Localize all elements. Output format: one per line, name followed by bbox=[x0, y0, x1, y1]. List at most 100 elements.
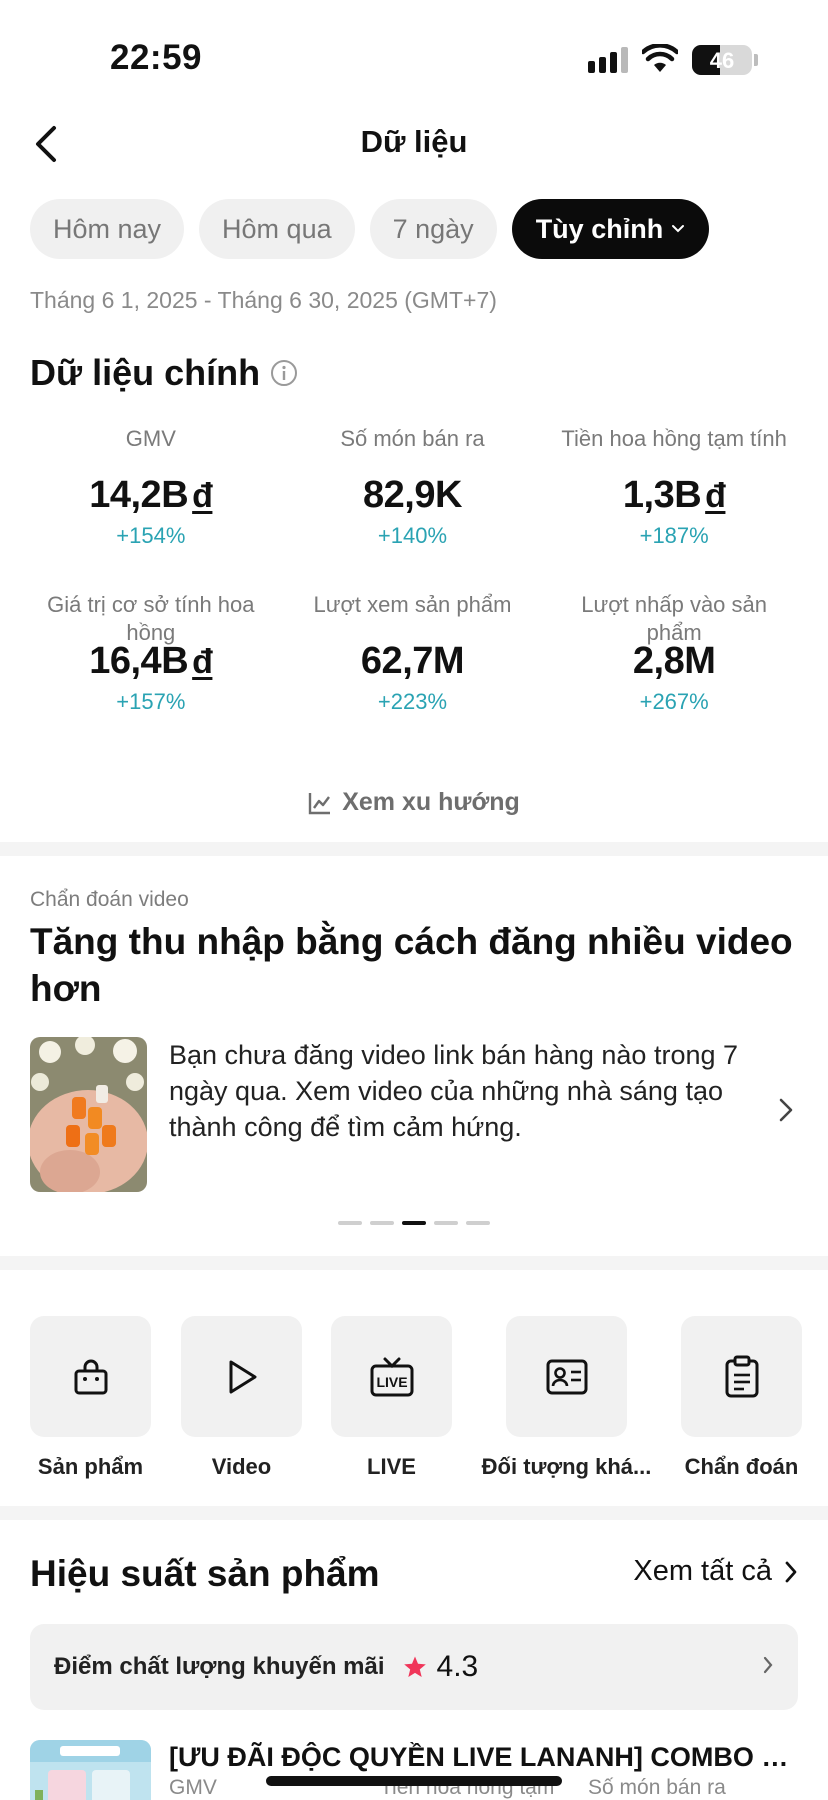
chip-label: Tùy chỉnh bbox=[535, 213, 664, 244]
chip-yesterday[interactable]: Hôm qua bbox=[199, 199, 355, 259]
metric-est-commission[interactable]: Tiền hoa hồng tạm tính 1,3B đ +187% bbox=[543, 425, 805, 591]
svg-text:LIVE: LIVE bbox=[376, 1374, 407, 1390]
carousel-indicator bbox=[338, 1221, 490, 1225]
diagnosis-next-button[interactable] bbox=[778, 1097, 794, 1128]
date-range-text: Tháng 6 1, 2025 - Tháng 6 30, 2025 (GMT+… bbox=[30, 287, 497, 313]
main-data-title-text: Dữ liệu chính bbox=[30, 352, 261, 393]
metric-product-views[interactable]: Lượt xem sản phẩm 62,7M +223% bbox=[282, 591, 544, 757]
carousel-dot bbox=[434, 1221, 458, 1225]
metric-change: +154% bbox=[116, 523, 186, 548]
battery-level: 46 bbox=[709, 48, 735, 73]
shortcut-label: Sản phẩm bbox=[37, 1454, 144, 1479]
section-divider bbox=[0, 1506, 828, 1520]
shortcut-label: Video bbox=[211, 1454, 272, 1479]
metric-change: +140% bbox=[377, 523, 448, 548]
see-all-link[interactable]: Xem tất cả bbox=[633, 1555, 798, 1588]
quality-label: Điểm chất lượng khuyến mãi bbox=[54, 1653, 385, 1680]
shortcut-tile bbox=[681, 1316, 802, 1437]
shortcut-tile bbox=[181, 1316, 302, 1437]
shortcut-diagnosis[interactable]: Chẩn đoán bbox=[681, 1316, 802, 1480]
shopping-bag-icon bbox=[74, 1359, 107, 1394]
metric-value: 14,2B đ bbox=[89, 474, 213, 516]
shortcut-tile bbox=[30, 1316, 151, 1437]
metric-label: Tiền hoa hồng tạm tính bbox=[561, 426, 787, 451]
shortcut-products[interactable]: Sản phẩm bbox=[30, 1316, 151, 1480]
shortcut-label: LIVE bbox=[367, 1454, 416, 1479]
shortcut-video[interactable]: Video bbox=[181, 1316, 302, 1480]
live-tv-icon: LIVE bbox=[370, 1357, 413, 1396]
status-bar: 22:59 46 bbox=[0, 0, 828, 110]
product-col-gmv: GMV bbox=[169, 1776, 217, 1799]
metric-change: +187% bbox=[639, 523, 709, 548]
product-name: [ƯU ĐÃI ĐỘC QUYỀN LIVE LANANH] COMBO 20 … bbox=[169, 1742, 799, 1772]
metric-product-clicks[interactable]: Lượt nhấp vào sản phẩm 2,8M +267% bbox=[543, 591, 805, 757]
wifi-icon bbox=[642, 44, 678, 72]
shortcut-row: Sản phẩm Video LIVE LIVE Đối tượng khá..… bbox=[0, 1316, 828, 1486]
view-trend-link[interactable]: Xem xu hướng bbox=[0, 788, 828, 817]
metric-label: Giá trị cơ sở tính hoa hồng bbox=[47, 592, 255, 645]
chevron-right-icon bbox=[785, 1561, 797, 1582]
performance-title: Hiệu suất sản phẩm bbox=[30, 1553, 380, 1594]
star-icon bbox=[403, 1655, 427, 1679]
metric-change: +267% bbox=[639, 689, 709, 714]
product-row[interactable]: [ƯU ĐÃI ĐỘC QUYỀN LIVE LANANH] COMBO 20 … bbox=[30, 1740, 810, 1800]
section-divider bbox=[0, 842, 828, 856]
metric-value: 82,9K bbox=[363, 474, 462, 516]
metrics-grid: GMV 14,2B đ +154% Số món bán ra 82,9K +14… bbox=[20, 425, 805, 757]
clipboard-icon bbox=[725, 1355, 758, 1397]
metric-value: 62,7M bbox=[360, 640, 465, 682]
chip-7-days[interactable]: 7 ngày bbox=[369, 199, 497, 259]
shortcut-label: Đối tượng khá... bbox=[481, 1454, 652, 1479]
diagnosis-text: Bạn chưa đăng video link bán hàng nào tr… bbox=[169, 1040, 739, 1142]
chip-label: 7 ngày bbox=[392, 213, 474, 244]
see-all-label: Xem tất cả bbox=[633, 1555, 772, 1587]
metric-label: Số món bán ra bbox=[340, 426, 485, 451]
metric-change: +223% bbox=[377, 689, 448, 714]
metric-commission-base[interactable]: Giá trị cơ sở tính hoa hồng 16,4B đ +157% bbox=[20, 591, 282, 757]
chevron-right-icon bbox=[762, 1655, 774, 1680]
metric-value: 16,4B đ bbox=[89, 640, 213, 682]
battery-icon: 46 bbox=[692, 45, 752, 75]
diagnosis-title: Tăng thu nhập bằng cách đăng nhiều video… bbox=[30, 921, 793, 1009]
trend-chart-icon bbox=[309, 792, 331, 814]
page-title: Dữ liệu bbox=[360, 124, 468, 159]
product-col-items-sold: Số món bán ra bbox=[588, 1776, 726, 1799]
carousel-dot-active bbox=[402, 1221, 426, 1225]
metric-label: GMV bbox=[125, 426, 176, 451]
product-thumbnail bbox=[30, 1740, 151, 1800]
chip-label: Hôm qua bbox=[222, 213, 332, 244]
section-divider bbox=[0, 1256, 828, 1270]
metric-value: 2,8M bbox=[632, 640, 716, 682]
metric-items-sold[interactable]: Số món bán ra 82,9K +140% bbox=[282, 425, 544, 591]
metric-value: 1,3B đ bbox=[622, 474, 726, 516]
shortcut-audience[interactable]: Đối tượng khá... bbox=[481, 1316, 652, 1480]
diagnosis-thumbnail[interactable] bbox=[30, 1037, 147, 1192]
chevron-down-icon bbox=[672, 225, 685, 233]
quality-score: 4.3 bbox=[436, 1650, 479, 1683]
diagnosis-kicker: Chẩn đoán video bbox=[30, 888, 189, 911]
view-trend-label: Xem xu hướng bbox=[342, 788, 520, 816]
info-icon[interactable] bbox=[270, 359, 298, 387]
carousel-dot bbox=[466, 1221, 490, 1225]
promo-quality-score[interactable]: Điểm chất lượng khuyến mãi 4.3 bbox=[30, 1624, 798, 1710]
shortcut-tile: LIVE bbox=[331, 1316, 452, 1437]
home-indicator[interactable] bbox=[266, 1776, 562, 1786]
play-icon bbox=[229, 1360, 256, 1393]
chip-custom[interactable]: Tùy chỉnh bbox=[511, 199, 710, 259]
shortcut-live[interactable]: LIVE LIVE bbox=[331, 1316, 452, 1480]
chip-today[interactable]: Hôm nay bbox=[30, 199, 185, 259]
cellular-signal-icon bbox=[588, 47, 628, 73]
shortcut-tile bbox=[506, 1316, 627, 1437]
metric-gmv[interactable]: GMV 14,2B đ +154% bbox=[20, 425, 282, 591]
metric-label: Lượt xem sản phẩm bbox=[313, 592, 512, 617]
carousel-dot bbox=[338, 1221, 362, 1225]
battery-tip bbox=[754, 54, 758, 66]
metric-label: Lượt nhấp vào sản phẩm bbox=[581, 592, 768, 645]
carousel-dot bbox=[370, 1221, 394, 1225]
shortcut-label: Chẩn đoán bbox=[684, 1454, 799, 1479]
chevron-right-icon bbox=[779, 1098, 793, 1122]
id-card-icon bbox=[546, 1359, 587, 1394]
metric-change: +157% bbox=[116, 689, 186, 714]
main-data-title: Dữ liệu chính bbox=[30, 352, 298, 394]
chip-label: Hôm nay bbox=[53, 213, 162, 244]
